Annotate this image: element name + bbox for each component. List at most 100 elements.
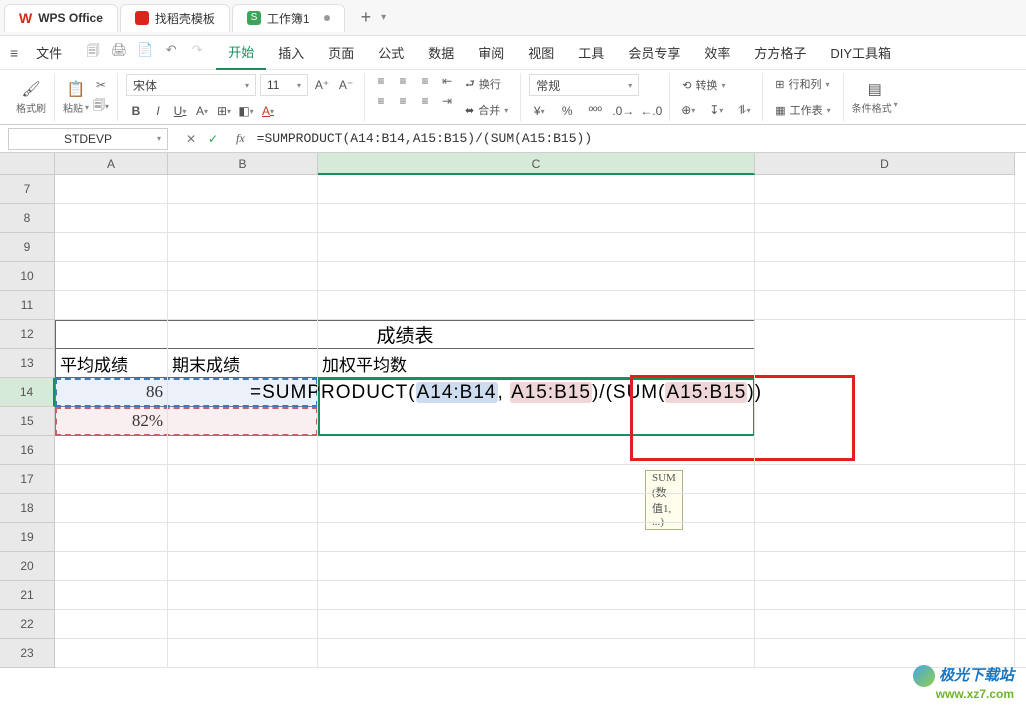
row-header[interactable]: 11 [0,291,55,320]
rowcol-button[interactable]: ⊞行和列▾ [771,74,833,94]
cancel-icon[interactable]: ✕ [184,132,198,146]
align-left-icon[interactable]: ≡ [373,94,389,108]
cell-A13[interactable]: 平均成绩 [55,349,168,378]
row-header[interactable]: 17 [0,465,55,494]
col-header-D[interactable]: D [755,153,1015,175]
row-header[interactable]: 7 [0,175,55,204]
align-bottom-icon[interactable]: ≡ [417,74,433,88]
tab-list-caret[interactable]: ▾ [381,12,386,23]
name-box-caret-icon[interactable]: ▾ [157,134,161,143]
underline-button[interactable]: U▾ [170,102,190,120]
row-header[interactable]: 21 [0,581,55,610]
convert-button[interactable]: ⟲转换▾ [678,75,729,95]
row-header[interactable]: 16 [0,436,55,465]
row-header[interactable]: 22 [0,610,55,639]
align-middle-icon[interactable]: ≡ [395,74,411,88]
border-button[interactable]: ⊞▾ [214,102,234,120]
undo-icon[interactable]: ↶ [162,42,180,64]
strike-button[interactable]: A▾ [192,102,212,120]
menu-member[interactable]: 会员专享 [616,36,692,70]
italic-button[interactable]: I [148,102,168,120]
cond-format-label[interactable]: 条件格式 [852,100,892,115]
worksheet-button[interactable]: ▦工作表▾ [771,100,834,120]
fill-color-button[interactable]: ◧▾ [236,102,256,120]
col-header-A[interactable]: A [55,153,168,175]
number-format-select[interactable]: 常规▾ [529,74,639,96]
qa-icon-2[interactable]: 🖨 [110,42,128,64]
row-header[interactable]: 15 [0,407,55,436]
row-header[interactable]: 9 [0,233,55,262]
workbook-tab[interactable]: S 工作簿1 [232,4,345,32]
row-header[interactable]: 8 [0,204,55,233]
menu-hamburger-icon[interactable]: ≡ [10,45,18,61]
menu-ffgz[interactable]: 方方格子 [742,36,818,70]
font-name-select[interactable]: 宋体▾ [126,74,256,96]
clear-icon[interactable]: ↧▾ [706,101,726,119]
comma-button[interactable]: ººº [585,102,605,120]
menu-page[interactable]: 页面 [316,36,366,70]
qa-icon-1[interactable]: 🗐 [84,42,102,64]
menu-formula[interactable]: 公式 [366,36,416,70]
row-header[interactable]: 13 [0,349,55,378]
menu-view[interactable]: 视图 [516,36,566,70]
row-header[interactable]: 12 [0,320,55,349]
cell-C13[interactable]: 加权平均数 [318,349,755,378]
select-all-corner[interactable] [0,153,55,175]
redo-icon[interactable]: ↷ [188,42,206,64]
cell-A14[interactable]: 86 [55,378,168,407]
row-header[interactable]: 14 [0,378,55,407]
cell-B15[interactable] [168,407,318,436]
app-tab[interactable]: W WPS Office [4,4,118,32]
align-top-icon[interactable]: ≡ [373,74,389,88]
menu-data[interactable]: 数据 [416,36,466,70]
cond-format-icon[interactable]: ▤ [868,80,882,98]
dec-inc-button[interactable]: .0→ [613,102,633,120]
spreadsheet[interactable]: A B C D 7 8 9 10 11 12 13 14 15 16 17 18… [0,153,1026,679]
percent-button[interactable]: % [557,102,577,120]
fill-down-icon[interactable]: ⊕▾ [678,101,698,119]
menu-efficiency[interactable]: 效率 [692,36,742,70]
indent-dec-icon[interactable]: ⇤ [439,74,455,88]
fx-icon[interactable]: fx [228,131,253,146]
row-header[interactable]: 23 [0,639,55,668]
increase-font-icon[interactable]: A⁺ [312,76,332,94]
copy-icon[interactable]: 🗐▾ [93,96,109,117]
currency-button[interactable]: ¥▾ [529,102,549,120]
menu-review[interactable]: 审阅 [466,36,516,70]
paste-icon[interactable]: 📋 [67,80,86,98]
merge-button[interactable]: ⬌合并▾ [461,100,512,120]
qa-icon-3[interactable]: 📄 [136,42,154,64]
font-color-button[interactable]: A▾ [258,102,278,120]
cell-title[interactable]: 成绩表 [55,320,755,349]
menu-tools[interactable]: 工具 [566,36,616,70]
col-header-C[interactable]: C [318,153,755,175]
name-box[interactable]: STDEVP ▾ [8,128,168,150]
formula-input[interactable]: =SUMPRODUCT(A14:B14,A15:B15)/(SUM(A15:B1… [253,131,1026,146]
row-header[interactable]: 18 [0,494,55,523]
font-size-select[interactable]: 11▾ [260,74,308,96]
cell-A15[interactable]: 82% [55,407,168,436]
col-header-B[interactable]: B [168,153,318,175]
template-tab[interactable]: 找稻壳模板 [120,4,230,32]
dec-dec-button[interactable]: ←.0 [641,102,661,120]
bold-button[interactable]: B [126,102,146,120]
menu-diy[interactable]: DIY工具箱 [818,36,903,70]
align-center-icon[interactable]: ≡ [395,94,411,108]
accept-icon[interactable]: ✓ [206,132,220,146]
paste-caret-icon[interactable]: ▾ [85,103,89,112]
cell-B13[interactable]: 期末成绩 [168,349,318,378]
sort-icon[interactable]: ⥮▾ [734,101,754,119]
row-header[interactable]: 20 [0,552,55,581]
indent-inc-icon[interactable]: ⇥ [439,94,455,108]
menu-start[interactable]: 开始 [216,36,266,70]
decrease-font-icon[interactable]: A⁻ [336,76,356,94]
cut-icon[interactable]: ✂ [93,78,109,92]
format-painter-icon[interactable]: 🖌 [21,80,40,98]
menu-file[interactable]: 文件 [24,36,74,70]
paste-label[interactable]: 粘贴 [63,100,83,115]
row-header[interactable]: 10 [0,262,55,291]
wrap-button[interactable]: ⮐换行 [461,74,512,94]
menu-insert[interactable]: 插入 [266,36,316,70]
new-tab-button[interactable]: + [353,7,380,28]
align-right-icon[interactable]: ≡ [417,94,433,108]
